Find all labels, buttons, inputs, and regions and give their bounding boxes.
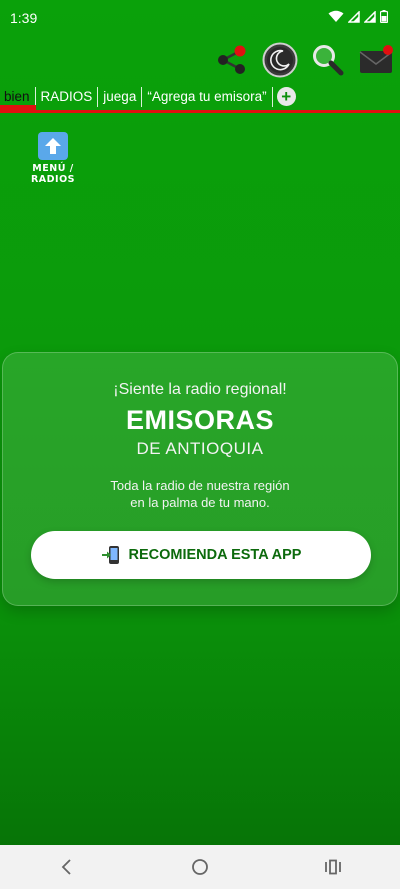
recents-icon bbox=[325, 859, 342, 875]
search-icon bbox=[313, 45, 344, 76]
night-mode-button[interactable] bbox=[260, 40, 300, 80]
search-button[interactable] bbox=[308, 40, 348, 80]
home-icon bbox=[192, 859, 208, 875]
plus-icon: + bbox=[276, 87, 296, 106]
status-icons bbox=[328, 10, 388, 23]
home-button[interactable] bbox=[180, 847, 220, 887]
wifi-icon bbox=[328, 10, 344, 22]
tab-juega[interactable]: juega bbox=[98, 87, 143, 107]
card-title: EMISORAS bbox=[125, 405, 275, 435]
battery-icon bbox=[380, 10, 388, 23]
tab-strip: bien RADIOS juega “Agrega tu emisora” + bbox=[0, 84, 400, 110]
phone-arrow-icon bbox=[101, 546, 119, 564]
tab-divider bbox=[0, 110, 400, 113]
back-button[interactable] bbox=[47, 847, 87, 887]
signal-icon bbox=[348, 10, 360, 23]
tab-bien[interactable]: bien bbox=[0, 87, 36, 107]
card-description-line1: Toda la radio de nuestra región bbox=[110, 478, 290, 493]
system-nav-bar bbox=[0, 845, 400, 889]
recents-button[interactable] bbox=[313, 847, 353, 887]
mail-icon bbox=[359, 45, 393, 73]
menu-radios-label: MENÚ / RADIOS bbox=[30, 163, 75, 185]
signal-icon-2 bbox=[364, 10, 376, 23]
recommend-app-button[interactable]: RECOMIENDA ESTA APP bbox=[31, 531, 371, 579]
tab-radios[interactable]: RADIOS bbox=[36, 87, 99, 107]
card-description-line2: en la palma de tu mano. bbox=[130, 495, 270, 510]
status-bar: 1:39 bbox=[0, 0, 400, 34]
card-tagline: ¡Siente la radio regional! bbox=[113, 381, 287, 398]
mail-button[interactable] bbox=[356, 40, 396, 80]
top-toolbar bbox=[212, 40, 396, 80]
tab-agrega-emisora[interactable]: “Agrega tu emisora” bbox=[142, 87, 273, 107]
back-icon bbox=[61, 859, 71, 875]
menu-radios-button[interactable]: MENÚ / RADIOS bbox=[10, 132, 96, 185]
recommend-app-label: RECOMIENDA ESTA APP bbox=[128, 547, 302, 563]
share-button[interactable] bbox=[212, 40, 252, 80]
add-tab-button[interactable]: + bbox=[273, 87, 300, 107]
card-description: Toda la radio de nuestra región en la pa… bbox=[3, 477, 397, 511]
up-arrow-icon bbox=[38, 132, 68, 160]
night-mode-icon bbox=[262, 42, 298, 78]
promo-card: ¡Siente la radio regional! EMISORAS DE A… bbox=[2, 352, 398, 606]
card-subtitle: DE ANTIOQUIA bbox=[136, 439, 264, 458]
share-icon bbox=[218, 45, 246, 74]
status-time: 1:39 bbox=[10, 10, 38, 26]
